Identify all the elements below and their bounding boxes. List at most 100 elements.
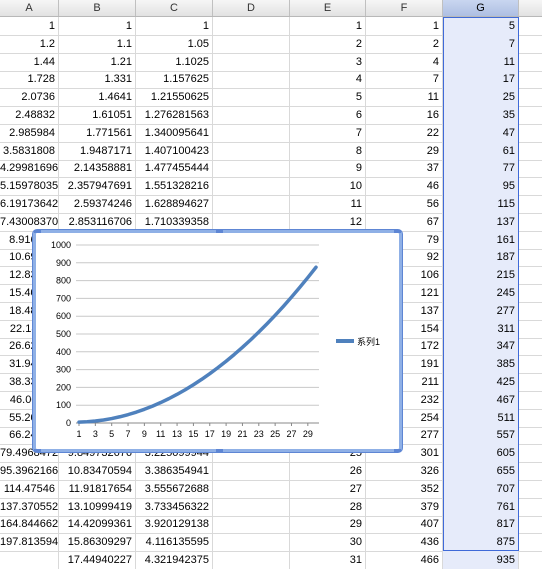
cell-c11[interactable]: 1.628894627 — [136, 195, 213, 214]
cell-e11[interactable]: 11 — [290, 195, 366, 214]
cell-b1[interactable]: 1 — [59, 17, 136, 36]
cell-b27[interactable]: 11.91817654 — [59, 479, 136, 499]
cell-f12[interactable]: 67 — [366, 212, 443, 232]
cell-g8[interactable]: 61 — [443, 141, 519, 161]
cell-g15[interactable]: 215 — [443, 266, 519, 286]
cell-e2[interactable]: 2 — [290, 34, 366, 54]
cell-b7[interactable]: 1.771561 — [59, 123, 136, 143]
cell-c30[interactable]: 4.116135595 — [136, 533, 213, 553]
cell-a3[interactable]: 1.44 — [0, 52, 59, 72]
cell-a4[interactable]: 1.728 — [0, 70, 59, 90]
cell-c26[interactable]: 3.386354941 — [136, 462, 213, 481]
cell-g19[interactable]: 347 — [443, 337, 519, 357]
cell-a31[interactable] — [0, 551, 59, 569]
resize-handle-bottom-right[interactable] — [394, 449, 401, 452]
cell-d2[interactable] — [213, 34, 290, 54]
cell-g13[interactable]: 161 — [443, 230, 519, 250]
column-header-g[interactable]: G — [443, 0, 519, 16]
cell-d7[interactable] — [213, 123, 290, 143]
cell-f4[interactable]: 7 — [366, 70, 443, 90]
cell-d11[interactable] — [213, 195, 290, 214]
cell-d8[interactable] — [213, 141, 290, 161]
cell-f31[interactable]: 466 — [366, 551, 443, 569]
cell-c4[interactable]: 1.157625 — [136, 70, 213, 90]
resize-handle-bottom-left[interactable] — [34, 449, 41, 452]
cell-b10[interactable]: 2.357947691 — [59, 177, 136, 197]
cell-f7[interactable]: 22 — [366, 123, 443, 143]
cell-f26[interactable]: 326 — [366, 462, 443, 481]
cell-c8[interactable]: 1.407100423 — [136, 141, 213, 161]
cell-a6[interactable]: 2.48832 — [0, 106, 59, 125]
cell-d27[interactable] — [213, 479, 290, 499]
cell-a7[interactable]: 2.985984 — [0, 123, 59, 143]
cell-e8[interactable]: 8 — [290, 141, 366, 161]
cell-b5[interactable]: 1.4641 — [59, 88, 136, 108]
cell-e30[interactable]: 30 — [290, 533, 366, 553]
cell-e6[interactable]: 6 — [290, 106, 366, 125]
cell-c31[interactable]: 4.321942375 — [136, 551, 213, 569]
column-header-c[interactable]: C — [136, 0, 213, 16]
cell-g24[interactable]: 557 — [443, 426, 519, 446]
cell-d4[interactable] — [213, 70, 290, 90]
cell-c28[interactable]: 3.733456322 — [136, 497, 213, 517]
column-header-e[interactable]: E — [290, 0, 366, 16]
cell-g28[interactable]: 761 — [443, 497, 519, 517]
cell-g4[interactable]: 17 — [443, 70, 519, 90]
cell-g11[interactable]: 115 — [443, 195, 519, 214]
cell-e27[interactable]: 27 — [290, 479, 366, 499]
cell-c27[interactable]: 3.555672688 — [136, 479, 213, 499]
cell-a12[interactable]: 7.430083707 — [0, 212, 59, 232]
cell-f30[interactable]: 436 — [366, 533, 443, 553]
cell-g12[interactable]: 137 — [443, 212, 519, 232]
cell-g25[interactable]: 605 — [443, 444, 519, 464]
cell-c6[interactable]: 1.276281563 — [136, 106, 213, 125]
cell-a27[interactable]: 114.47546 — [0, 479, 59, 499]
cell-f27[interactable]: 352 — [366, 479, 443, 499]
column-header-d[interactable]: D — [213, 0, 290, 16]
cell-c5[interactable]: 1.21550625 — [136, 88, 213, 108]
cell-c29[interactable]: 3.920129138 — [136, 515, 213, 535]
cell-g23[interactable]: 511 — [443, 408, 519, 428]
cell-d28[interactable] — [213, 497, 290, 517]
cell-g1[interactable]: 5 — [443, 17, 519, 36]
cell-a29[interactable]: 164.8446624 — [0, 515, 59, 535]
cell-f2[interactable]: 2 — [366, 34, 443, 54]
cell-b8[interactable]: 1.9487171 — [59, 141, 136, 161]
cell-a2[interactable]: 1.2 — [0, 34, 59, 54]
cell-e9[interactable]: 9 — [290, 159, 366, 179]
cell-g26[interactable]: 655 — [443, 462, 519, 481]
cell-e5[interactable]: 5 — [290, 88, 366, 108]
cell-e10[interactable]: 10 — [290, 177, 366, 197]
cell-e1[interactable]: 1 — [290, 17, 366, 36]
cell-c12[interactable]: 1.710339358 — [136, 212, 213, 232]
cell-b2[interactable]: 1.1 — [59, 34, 136, 54]
cell-b6[interactable]: 1.61051 — [59, 106, 136, 125]
cell-a26[interactable]: 95.39621664 — [0, 462, 59, 481]
cell-e12[interactable]: 12 — [290, 212, 366, 232]
cell-b11[interactable]: 2.59374246 — [59, 195, 136, 214]
cell-e4[interactable]: 4 — [290, 70, 366, 90]
cell-b12[interactable]: 2.853116706 — [59, 212, 136, 232]
cell-b3[interactable]: 1.21 — [59, 52, 136, 72]
cell-g18[interactable]: 311 — [443, 319, 519, 339]
cell-b26[interactable]: 10.83470594 — [59, 462, 136, 481]
cell-f3[interactable]: 4 — [366, 52, 443, 72]
cell-f8[interactable]: 29 — [366, 141, 443, 161]
cell-a8[interactable]: 3.5831808 — [0, 141, 59, 161]
cell-a9[interactable]: 4.29981696 — [0, 159, 59, 179]
cell-c1[interactable]: 1 — [136, 17, 213, 36]
cell-g29[interactable]: 817 — [443, 515, 519, 535]
cell-f6[interactable]: 16 — [366, 106, 443, 125]
cell-d31[interactable] — [213, 551, 290, 569]
cell-g5[interactable]: 25 — [443, 88, 519, 108]
cell-d29[interactable] — [213, 515, 290, 535]
cell-d30[interactable] — [213, 533, 290, 553]
column-header-b[interactable]: B — [59, 0, 136, 16]
cell-g30[interactable]: 875 — [443, 533, 519, 553]
cell-f28[interactable]: 379 — [366, 497, 443, 517]
cell-b29[interactable]: 14.42099361 — [59, 515, 136, 535]
cell-g9[interactable]: 77 — [443, 159, 519, 179]
cell-d10[interactable] — [213, 177, 290, 197]
cell-g3[interactable]: 11 — [443, 52, 519, 72]
cell-e29[interactable]: 29 — [290, 515, 366, 535]
